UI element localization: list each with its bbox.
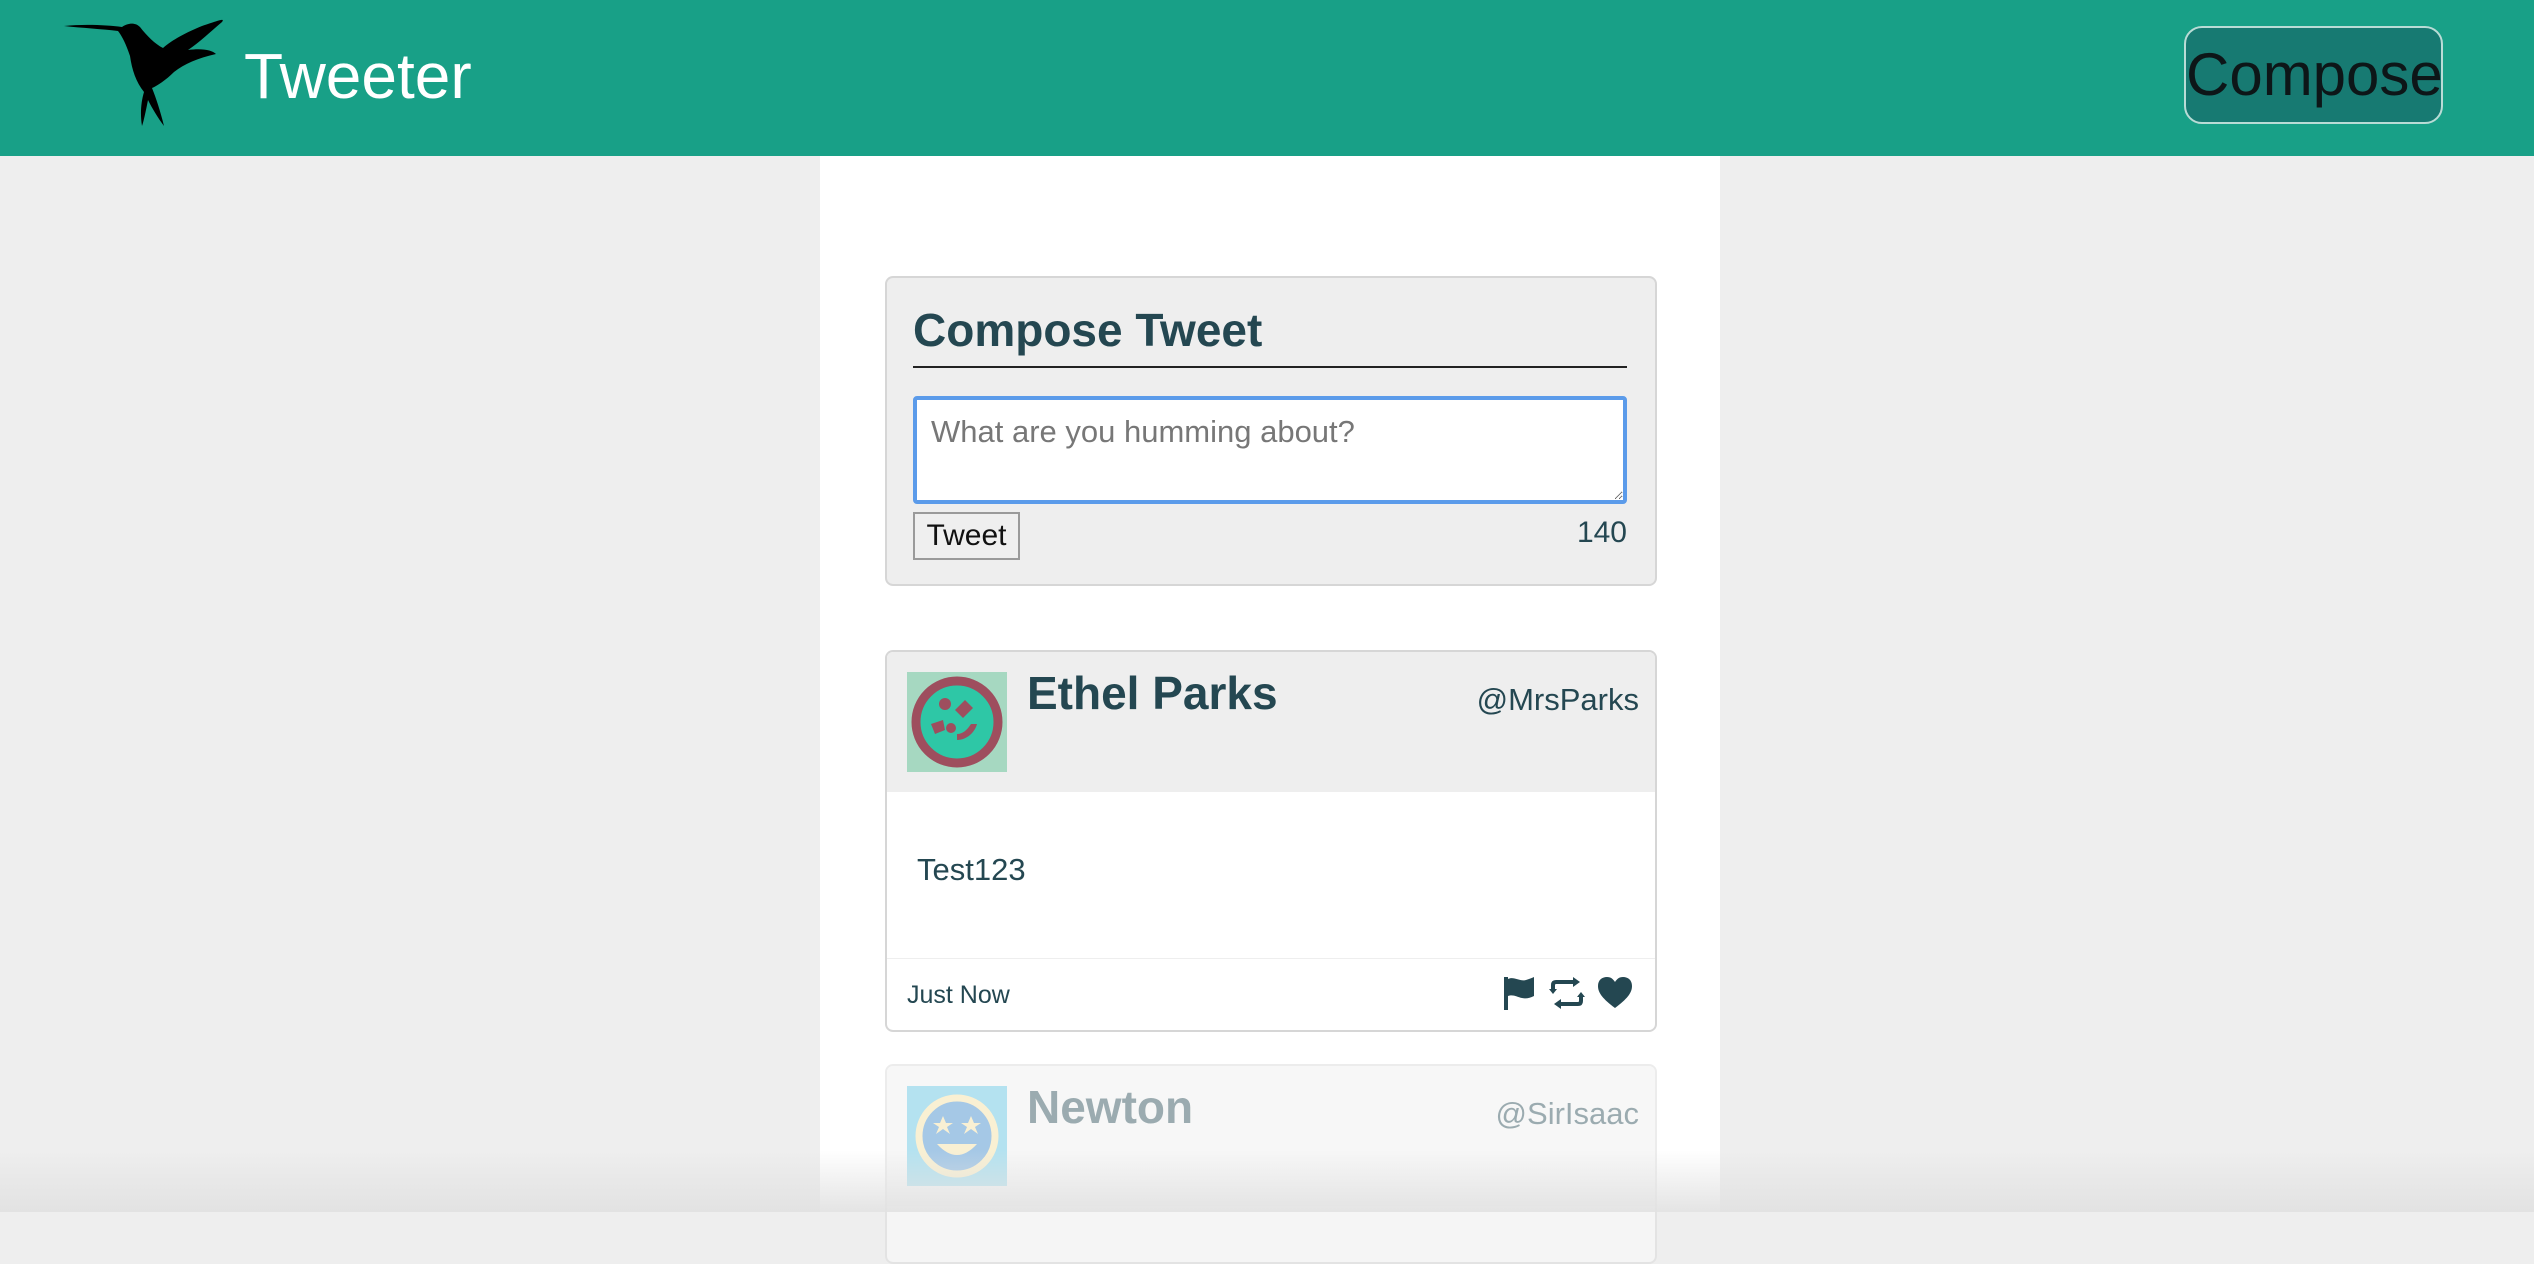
tweet-text: Test123 xyxy=(917,852,1026,887)
avatar-icon xyxy=(907,1086,1007,1186)
tweet-card: Ethel Parks @MrsParks Test123 Just Now xyxy=(885,650,1657,1032)
brand-title: Tweeter xyxy=(244,40,472,112)
heart-icon[interactable] xyxy=(1595,973,1635,1013)
tweet-author-handle: @SirIsaac xyxy=(1495,1096,1639,1131)
tweet-header: Ethel Parks @MrsParks xyxy=(887,652,1655,792)
retweet-icon[interactable] xyxy=(1547,973,1587,1013)
tweet-card: Newton @SirIsaac xyxy=(885,1064,1657,1264)
tweet-author-name: Ethel Parks xyxy=(1027,667,1278,719)
tweet-submit-button[interactable]: Tweet xyxy=(913,512,1020,560)
main-container: Compose Tweet Tweet 140 Ethel Parks @Mrs… xyxy=(820,156,1720,1264)
compose-title: Compose Tweet xyxy=(913,300,1627,368)
avatar-icon xyxy=(907,672,1007,772)
top-nav: Tweeter Compose xyxy=(0,0,2534,156)
tweet-actions xyxy=(1499,973,1635,1013)
tweet-timestamp: Just Now xyxy=(907,981,1010,1009)
tweet-header: Newton @SirIsaac xyxy=(887,1066,1655,1206)
char-counter: 140 xyxy=(1576,516,1627,549)
tweet-textarea[interactable] xyxy=(913,396,1627,504)
compose-toggle-button[interactable]: Compose xyxy=(2184,26,2443,124)
tweet-author-name: Newton xyxy=(1027,1081,1194,1133)
compose-tweet-section: Compose Tweet Tweet 140 xyxy=(885,276,1657,586)
tweet-footer: Just Now xyxy=(887,958,1655,1030)
flag-icon[interactable] xyxy=(1499,973,1539,1013)
tweet-author-handle: @MrsParks xyxy=(1476,682,1639,717)
hummingbird-logo-icon xyxy=(64,19,223,127)
